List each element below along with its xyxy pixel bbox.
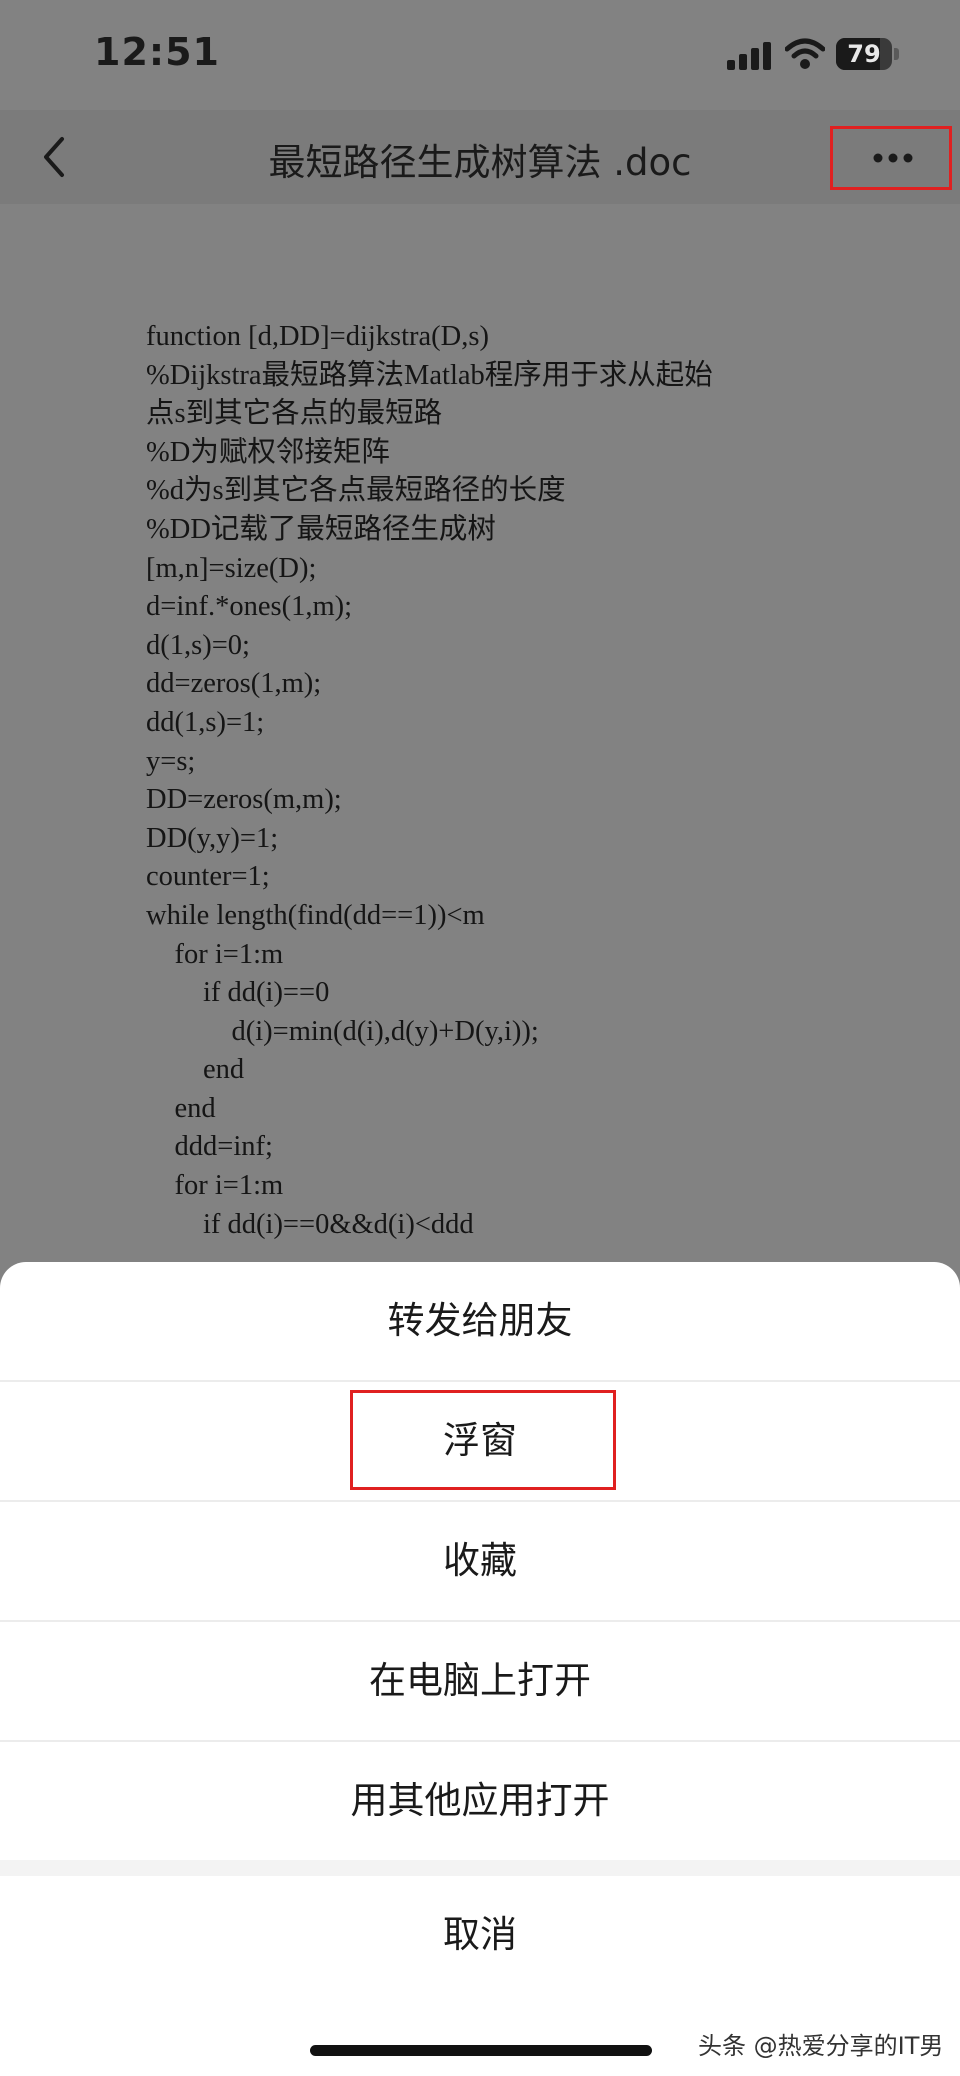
- code-line: end: [146, 1054, 245, 1086]
- code-line: function [d,DD]=dijkstra(D,s): [146, 321, 489, 352]
- battery-cap: [894, 48, 899, 60]
- back-button[interactable]: [24, 125, 88, 189]
- battery-body: 79: [836, 38, 892, 70]
- status-bar: 12:51 79: [0, 0, 960, 110]
- battery-percent: 79: [847, 40, 881, 68]
- code-line: end: [146, 1092, 216, 1124]
- chevron-left-icon: [44, 137, 64, 177]
- nav-bar: 最短路径生成树算法 .doc: [0, 110, 960, 204]
- action-sheet: 转发给朋友 浮窗 收藏 在电脑上打开 用其他应用打开 取消: [0, 1262, 960, 2076]
- code-line: %d为s到其它各点最短路径的长度: [146, 475, 566, 507]
- favorite-button[interactable]: 收藏: [0, 1502, 960, 1620]
- code-line: %DD记载了最短路径生成树: [146, 513, 496, 545]
- code-line: d(i)=min(d(i),d(y)+D(y,i));: [146, 1015, 539, 1047]
- document-body: function [d,DD]=dijkstra(D,s) %Dijkstra最短…: [146, 318, 866, 1244]
- code-line: DD=zeros(m,m);: [146, 784, 342, 816]
- code-line: y=s;: [146, 745, 196, 777]
- code-line: ddd=inf;: [146, 1131, 273, 1163]
- signal-icon: [727, 42, 771, 70]
- code-line: if dd(i)==0: [146, 977, 330, 1009]
- code-line: %Dijkstra最短路算法Matlab程序用于求从起始: [146, 359, 713, 391]
- code-line: d(1,s)=0;: [146, 629, 250, 661]
- open-with-other-app-button[interactable]: 用其他应用打开: [0, 1742, 960, 1860]
- ellipsis-icon: [873, 153, 913, 163]
- highlight-box: [350, 1390, 616, 1490]
- share-to-friend-button[interactable]: 转发给朋友: [0, 1262, 960, 1380]
- wifi-icon: [785, 38, 825, 69]
- code-line: 点s到其它各点的最短路: [146, 398, 443, 430]
- code-line: d=inf.*ones(1,m);: [146, 591, 353, 623]
- code-line: if dd(i)==0&&d(i)<ddd: [146, 1208, 474, 1240]
- code-line: %D为赋权邻接矩阵: [146, 436, 390, 468]
- cancel-button[interactable]: 取消: [0, 1876, 960, 1994]
- home-indicator[interactable]: [310, 2045, 652, 2056]
- more-button[interactable]: [830, 126, 952, 190]
- code-line: dd(1,s)=1;: [146, 706, 265, 738]
- battery-icon: 79: [836, 38, 900, 70]
- code-line: for i=1:m: [146, 938, 284, 970]
- sheet-gap: [0, 1860, 960, 1876]
- code-line: for i=1:m: [146, 1170, 284, 1202]
- code-line: [m,n]=size(D);: [146, 552, 317, 584]
- page-title: 最短路径生成树算法 .doc: [268, 141, 692, 184]
- status-time: 12:51: [94, 30, 220, 74]
- code-line: DD(y,y)=1;: [146, 822, 279, 854]
- code-line: while length(find(dd==1))<m: [146, 899, 485, 931]
- watermark: 头条 @热爱分享的IT男: [698, 2032, 944, 2060]
- open-on-computer-button[interactable]: 在电脑上打开: [0, 1622, 960, 1740]
- code-line: dd=zeros(1,m);: [146, 668, 322, 700]
- code-line: counter=1;: [146, 861, 270, 893]
